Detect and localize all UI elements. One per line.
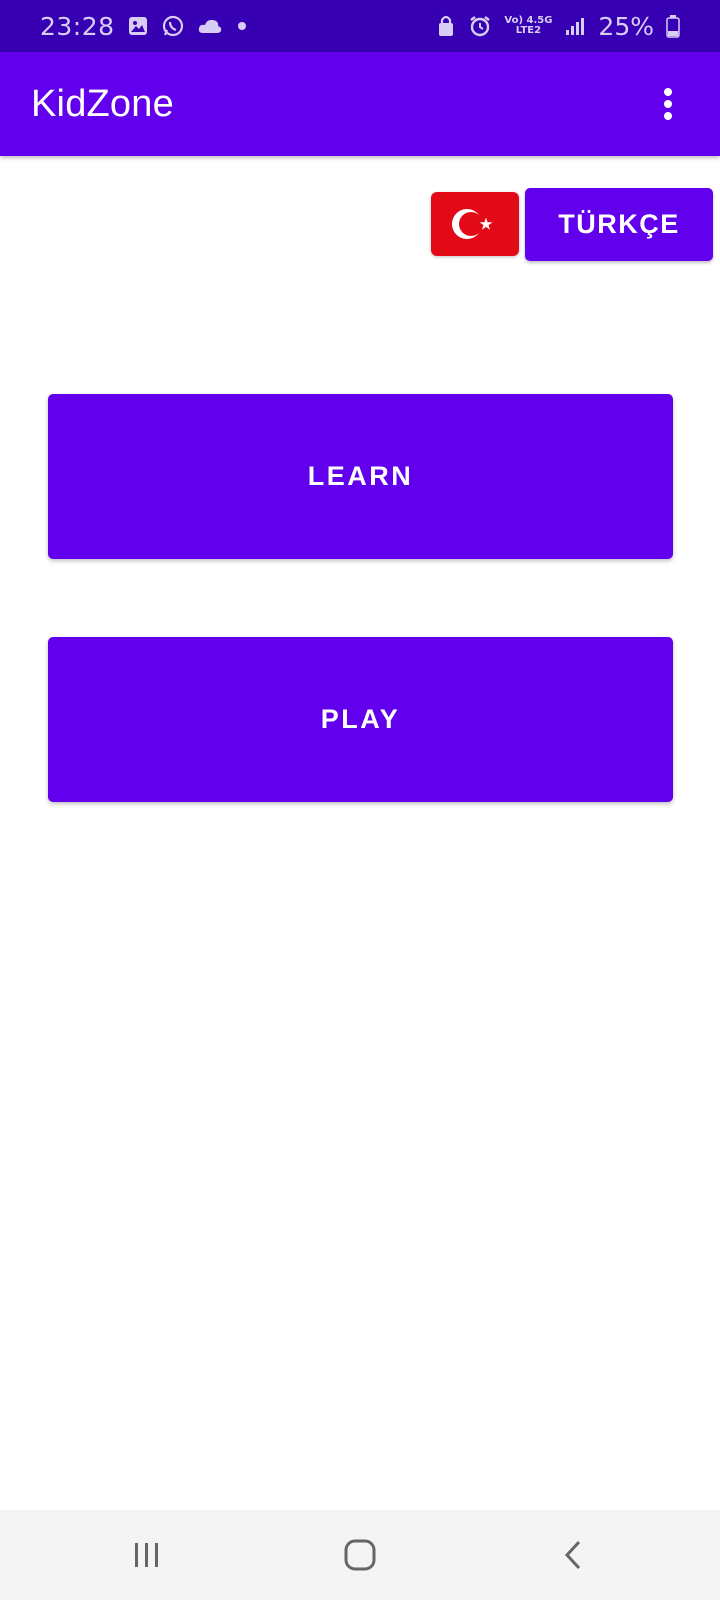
battery-percent: 25%: [598, 11, 654, 41]
status-left: 23:28: [40, 12, 249, 41]
app-title: KidZone: [31, 82, 174, 125]
battery-icon: [666, 14, 680, 38]
language-button[interactable]: TÜRKÇE: [525, 188, 713, 261]
learn-button[interactable]: LEARN: [48, 394, 673, 559]
more-vert-icon[interactable]: [648, 74, 688, 134]
gallery-icon: [127, 15, 149, 37]
status-bar: 23:28 Vo) 4.5G LTE2 25%: [0, 0, 720, 52]
app-bar: KidZone: [0, 52, 720, 156]
turkey-flag-icon: [452, 209, 493, 239]
network-indicator: Vo) 4.5G LTE2: [504, 16, 552, 36]
network-bottom-label: LTE2: [515, 25, 542, 36]
alarm-icon: [468, 14, 492, 38]
cloud-icon: [197, 17, 223, 35]
turkey-flag-button[interactable]: [431, 192, 519, 256]
status-time: 23:28: [40, 11, 115, 41]
home-icon[interactable]: [320, 1520, 400, 1590]
play-button[interactable]: PLAY: [48, 637, 673, 802]
status-right: Vo) 4.5G LTE2 25%: [436, 12, 680, 41]
whatsapp-icon: [161, 14, 185, 38]
lock-icon: [436, 14, 456, 38]
dot-icon: [235, 19, 249, 33]
recents-icon[interactable]: [107, 1520, 187, 1590]
back-icon[interactable]: [533, 1520, 613, 1590]
signal-icon: [564, 15, 586, 37]
nav-bar: [0, 1510, 720, 1600]
